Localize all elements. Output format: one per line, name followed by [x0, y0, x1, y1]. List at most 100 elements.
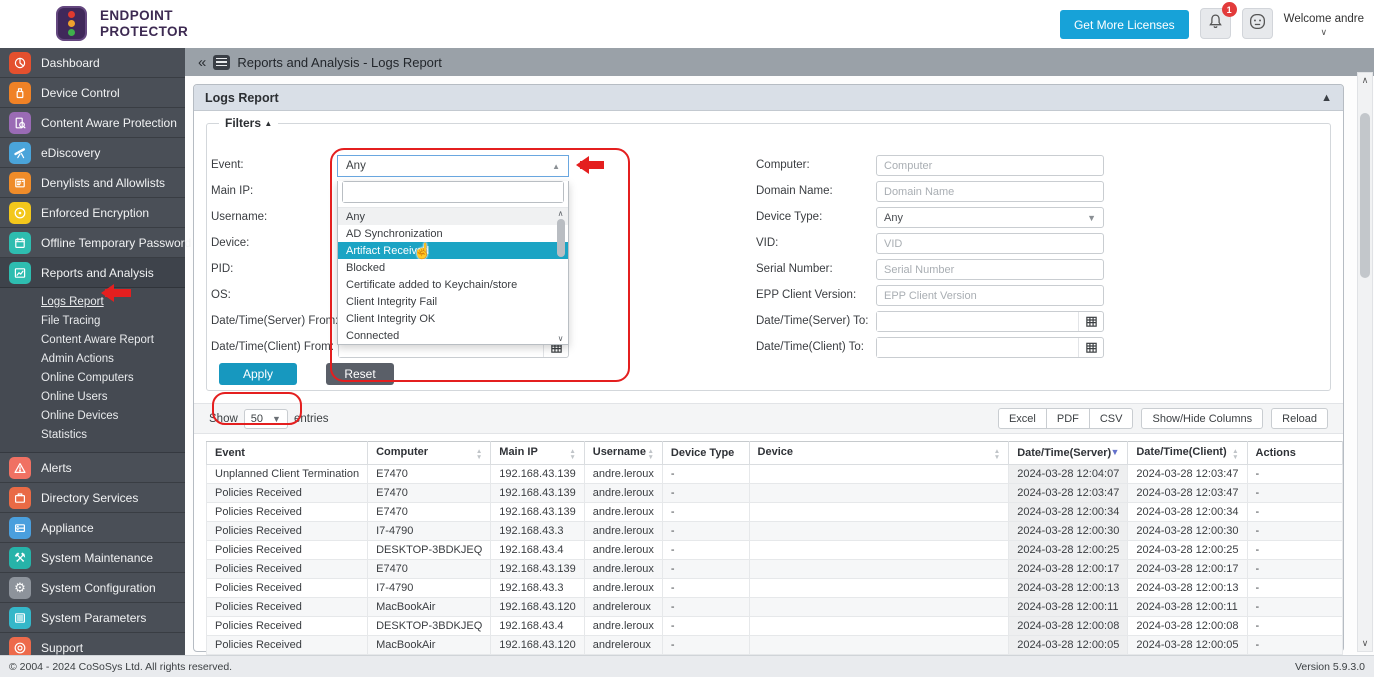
table-row[interactable]: Unplanned Client TerminationE7470192.168… — [207, 465, 1343, 484]
dropdown-option-client-integrity-fail[interactable]: Client Integrity Fail — [338, 293, 568, 310]
sidebar-item-enforced-encryption[interactable]: Enforced Encryption — [0, 198, 185, 228]
list-card-icon — [9, 172, 31, 194]
dropdown-option-any[interactable]: Any — [338, 208, 568, 225]
table-row[interactable]: Policies ReceivedE7470192.168.43.139 and… — [207, 560, 1343, 579]
dropdown-option-ad-synchronization[interactable]: AD Synchronization — [338, 225, 568, 242]
table-row[interactable]: Policies ReceivedMacBookAir192.168.43.12… — [207, 598, 1343, 617]
sidebar-item-reports-and-analysis[interactable]: Reports and Analysis — [0, 258, 185, 288]
computer-input[interactable] — [876, 155, 1104, 176]
sidebar-item-appliance[interactable]: Appliance — [0, 513, 185, 543]
filters-legend[interactable]: Filters ▲ — [219, 116, 278, 130]
label-device: Device: — [211, 233, 249, 254]
table-row[interactable]: Policies ReceivedDESKTOP-3BDKJEQ192.168.… — [207, 617, 1343, 636]
col-computer[interactable]: ▲▼Computer — [368, 442, 491, 465]
submenu-admin-actions[interactable]: Admin Actions — [41, 350, 185, 369]
epp-client-version-input[interactable] — [876, 285, 1104, 306]
dropdown-option-client-integrity-ok[interactable]: Client Integrity OK — [338, 310, 568, 327]
calendar-icon[interactable] — [1078, 312, 1103, 331]
sort-desc-icon: ▼ — [1110, 447, 1119, 457]
col-dt-client[interactable]: ▲▼Date/Time(Client) — [1128, 442, 1247, 465]
sidebar-item-content-aware-protection[interactable]: Content Aware Protection — [0, 108, 185, 138]
scroll-down-icon[interactable]: ∨ — [1362, 638, 1369, 649]
sidebar-item-alerts[interactable]: Alerts — [0, 453, 185, 483]
scroll-up-icon[interactable]: ∧ — [558, 209, 564, 218]
submenu-logs-report[interactable]: Logs Report — [41, 293, 185, 312]
show-label: Show — [209, 413, 238, 425]
chart-report-icon — [9, 262, 31, 284]
user-menu-button[interactable] — [1242, 8, 1273, 39]
event-dropdown-search-input[interactable] — [343, 182, 563, 202]
reload-button[interactable]: Reload — [1271, 408, 1328, 429]
scroll-thumb[interactable] — [1360, 113, 1370, 278]
sort-icon: ▲▼ — [647, 449, 653, 461]
col-device-type[interactable]: Device Type — [662, 442, 749, 465]
dropdown-option-connected[interactable]: Connected — [338, 327, 568, 344]
sidebar-item-system-parameters[interactable]: System Parameters — [0, 603, 185, 633]
main-scrollbar[interactable]: ∧ ∨ — [1357, 72, 1373, 652]
vid-input[interactable] — [876, 233, 1104, 254]
col-main-ip[interactable]: ▲▼Main IP — [491, 442, 584, 465]
label-computer: Computer: — [756, 155, 810, 176]
event-dropdown-toggle[interactable]: Any ▲ — [337, 155, 569, 177]
submenu-online-users[interactable]: Online Users — [41, 388, 185, 407]
scroll-up-icon[interactable]: ∧ — [1362, 75, 1369, 86]
dropdown-option-artifact-received[interactable]: Artifact Received — [338, 242, 568, 259]
entries-label: entries — [294, 413, 329, 425]
export-csv-button[interactable]: CSV — [1089, 408, 1134, 429]
table-row[interactable]: Policies ReceivedDESKTOP-3BDKJEQ192.168.… — [207, 541, 1343, 560]
dt-server-to-field — [876, 311, 1104, 332]
sort-icon: ▲▼ — [476, 449, 482, 461]
submenu-online-devices[interactable]: Online Devices — [41, 407, 185, 426]
page-size-select[interactable]: 50▼ — [244, 409, 288, 429]
collapse-sidebar-icon[interactable]: « — [198, 54, 206, 71]
sidebar-item-system-maintenance[interactable]: ⚒ System Maintenance — [0, 543, 185, 573]
table-toolbar: Show 50▼ entries Excel PDF CSV Show/Hide… — [194, 403, 1343, 434]
welcome-user[interactable]: Welcome andre ∨ — [1284, 12, 1364, 39]
col-event[interactable]: Event — [207, 442, 368, 465]
sidebar-item-system-configuration[interactable]: ⚙ System Configuration — [0, 573, 185, 603]
sidebar-item-dashboard[interactable]: Dashboard — [0, 48, 185, 78]
copyright-text: © 2004 - 2024 CoSoSys Ltd. All rights re… — [9, 661, 232, 673]
telescope-icon — [9, 142, 31, 164]
show-hide-columns-button[interactable]: Show/Hide Columns — [1141, 408, 1263, 429]
sidebar-item-device-control[interactable]: Device Control — [0, 78, 185, 108]
domain-name-input[interactable] — [876, 181, 1104, 202]
table-row[interactable]: Policies ReceivedMacBookAir192.168.43.12… — [207, 636, 1343, 655]
footer-bar: © 2004 - 2024 CoSoSys Ltd. All rights re… — [0, 655, 1374, 677]
apply-button[interactable]: Apply — [219, 363, 297, 385]
submenu-statistics[interactable]: Statistics — [41, 426, 185, 445]
tools-wrench-icon: ⚒ — [9, 547, 31, 569]
serial-number-input[interactable] — [876, 259, 1104, 280]
export-pdf-button[interactable]: PDF — [1046, 408, 1090, 429]
dt-server-to-input[interactable] — [877, 312, 1078, 331]
col-dt-server[interactable]: ▼Date/Time(Server) — [1009, 442, 1128, 465]
get-more-licenses-button[interactable]: Get More Licenses — [1060, 10, 1189, 39]
dt-client-to-input[interactable] — [877, 338, 1078, 357]
submenu-file-tracing[interactable]: File Tracing — [41, 312, 185, 331]
sidebar-item-offline-temporary-password[interactable]: Offline Temporary Password — [0, 228, 185, 258]
table-row[interactable]: Policies ReceivedE7470192.168.43.139 and… — [207, 484, 1343, 503]
submenu-online-computers[interactable]: Online Computers — [41, 369, 185, 388]
sidebar-item-denylists-allowlists[interactable]: Denylists and Allowlists — [0, 168, 185, 198]
dashboard-pie-icon — [9, 52, 31, 74]
export-excel-button[interactable]: Excel — [998, 408, 1047, 429]
scroll-down-icon[interactable]: ∨ — [558, 334, 564, 343]
table-row[interactable]: Policies ReceivedI7-4790192.168.43.3 and… — [207, 522, 1343, 541]
col-device[interactable]: ▲▼Device — [749, 442, 1009, 465]
panel-collapse-icon[interactable]: ▲ — [1321, 92, 1332, 104]
submenu-content-aware-report[interactable]: Content Aware Report — [41, 331, 185, 350]
device-type-select[interactable]: Any▼ — [876, 207, 1104, 228]
reset-button[interactable]: Reset — [326, 363, 394, 385]
reports-submenu: Logs Report File Tracing Content Aware R… — [0, 288, 185, 453]
scroll-thumb[interactable] — [557, 219, 565, 257]
col-username[interactable]: ▲▼Username — [584, 442, 662, 465]
table-row[interactable]: Policies ReceivedI7-4790192.168.43.3 and… — [207, 579, 1343, 598]
table-row[interactable]: Policies ReceivedE7470192.168.43.139 and… — [207, 503, 1343, 522]
dropdown-option-certificate-added[interactable]: Certificate added to Keychain/store — [338, 276, 568, 293]
dropdown-option-blocked[interactable]: Blocked — [338, 259, 568, 276]
sidebar-item-ediscovery[interactable]: eDiscovery — [0, 138, 185, 168]
dropdown-scrollbar[interactable]: ∧ ∨ — [554, 208, 567, 344]
sidebar-item-directory-services[interactable]: Directory Services — [0, 483, 185, 513]
notifications-button[interactable]: 1 — [1200, 8, 1231, 39]
calendar-icon[interactable] — [1078, 338, 1103, 357]
